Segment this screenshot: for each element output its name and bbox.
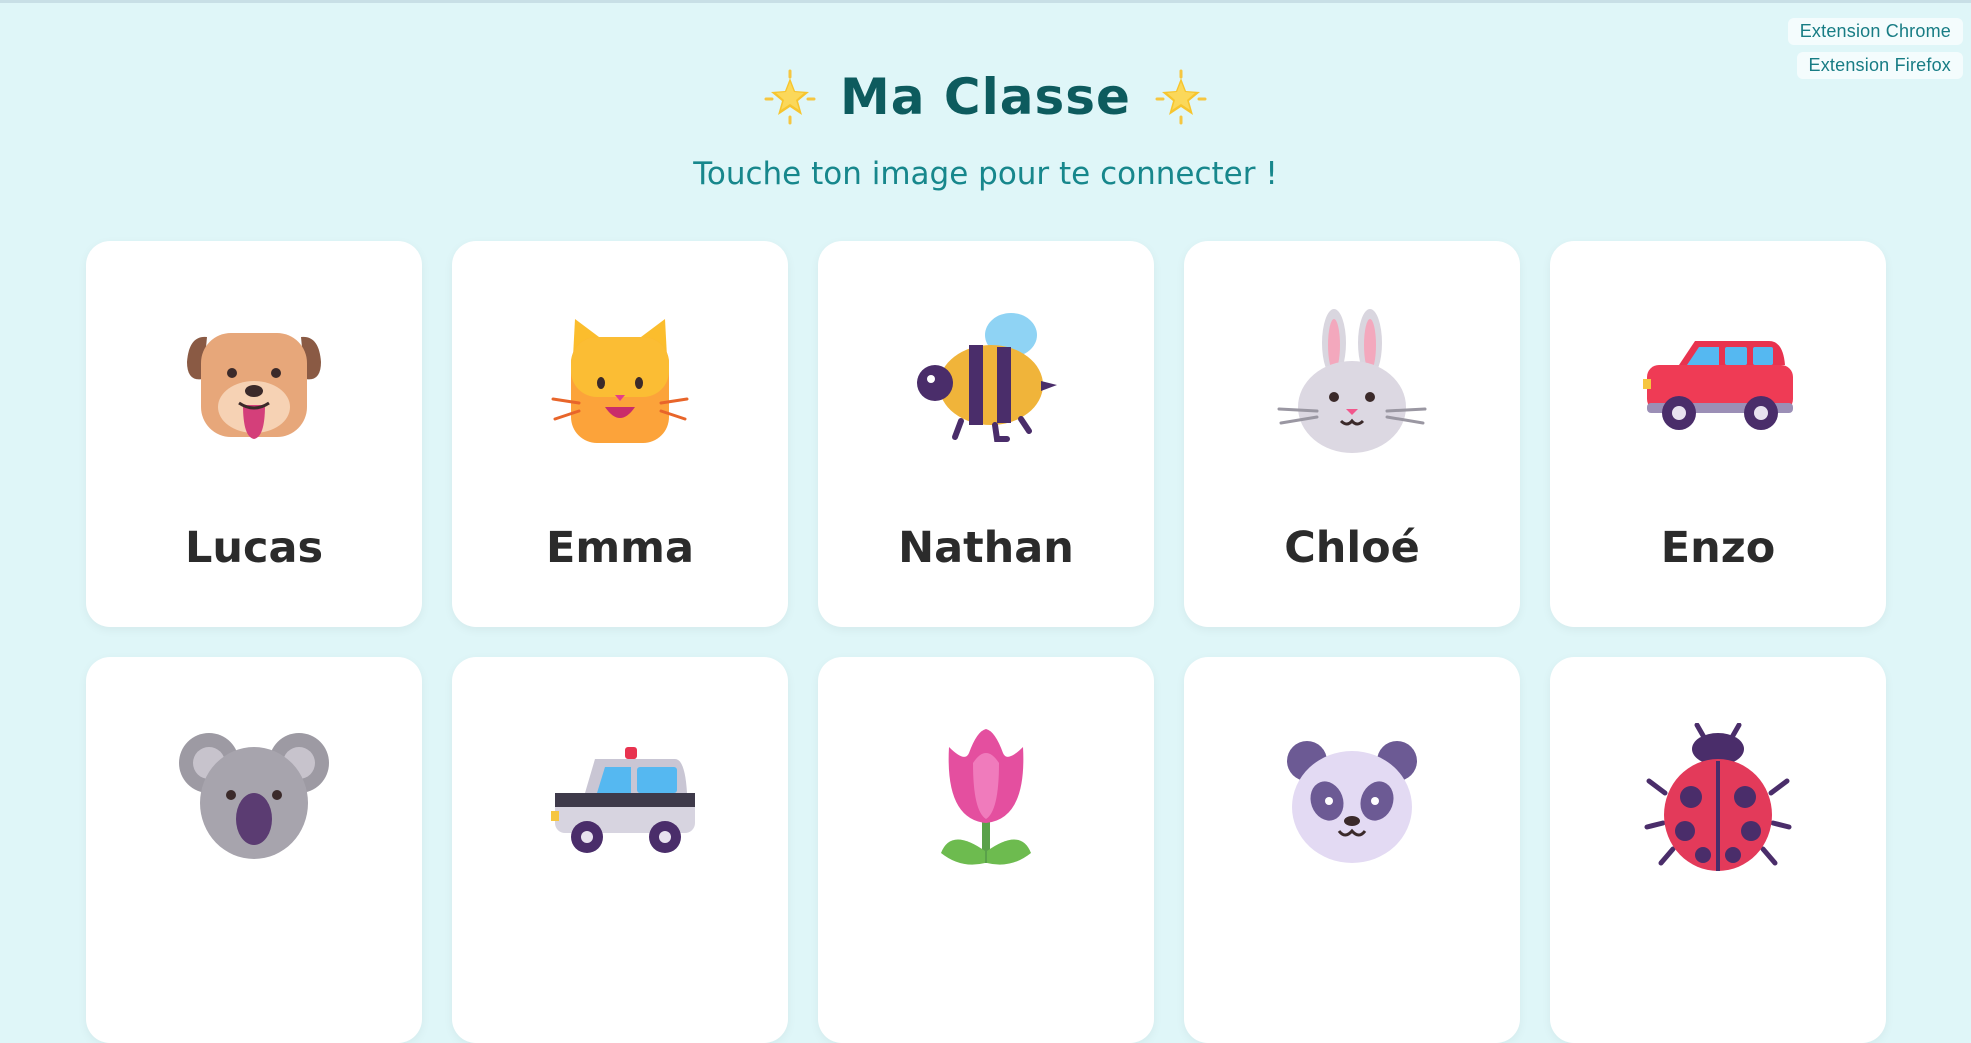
page-title: Ma Classe [840, 68, 1131, 126]
star-icon [764, 69, 816, 125]
dog-face-icon [187, 333, 321, 439]
student-name: Nathan [898, 523, 1074, 573]
car-icon [1643, 341, 1793, 430]
panda-icon [1287, 741, 1417, 863]
police-car-icon [551, 747, 695, 853]
bee-icon [917, 313, 1057, 442]
page-header: Ma Classe Touche ton image pour te conne… [0, 68, 1971, 192]
tulip-icon [941, 729, 1031, 865]
chrome-extension-link[interactable]: Extension Chrome [1787, 18, 1963, 45]
student-card[interactable] [1550, 657, 1886, 1043]
student-name: Lucas [184, 523, 324, 573]
student-card[interactable] [86, 657, 422, 1043]
student-card-enzo[interactable]: Enzo [1550, 241, 1886, 627]
student-card-chloe[interactable]: Chloé [1184, 241, 1520, 627]
cat-face-icon [551, 319, 689, 443]
student-card[interactable] [1184, 657, 1520, 1043]
rabbit-face-icon [1277, 309, 1427, 453]
koala-icon [179, 733, 329, 859]
student-card[interactable] [452, 657, 788, 1043]
student-name: Enzo [1660, 523, 1776, 573]
student-card[interactable] [818, 657, 1154, 1043]
student-card-emma[interactable]: Emma [452, 241, 788, 627]
student-name: Chloé [1284, 523, 1420, 573]
star-icon [1155, 69, 1207, 125]
student-card-lucas[interactable]: Lucas [86, 241, 422, 627]
page-subtitle: Touche ton image pour te connecter ! [693, 156, 1278, 192]
ladybug-icon [1644, 723, 1792, 871]
student-card-nathan[interactable]: Nathan [818, 241, 1154, 627]
top-border [0, 0, 1971, 3]
student-name: Emma [545, 523, 694, 573]
student-grid: Lucas Emma Nathan Chloé Enzo [86, 241, 1886, 1043]
title-row: Ma Classe [0, 68, 1971, 126]
